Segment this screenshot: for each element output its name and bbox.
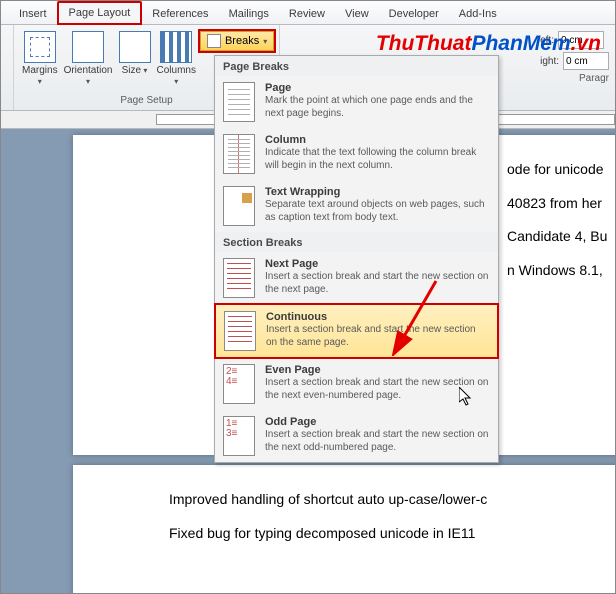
chevron-down-icon: ▾ [174,77,178,86]
option-desc: Insert a section break and start the new… [265,271,490,296]
break-option-even-page[interactable]: 2≡4≡ Even Page Insert a section break an… [215,358,498,410]
breaks-dropdown: Page Breaks Page Mark the point at which… [214,55,499,463]
doc-text: Fixed bug for typing decomposed unicode … [169,517,615,551]
page-break-icon [223,82,255,122]
option-title: Column [265,134,490,146]
option-desc: Separate text around objects on web page… [265,199,490,224]
doc-text: Improved handling of shortcut auto up-ca… [169,483,615,517]
tab-review[interactable]: Review [279,4,335,24]
chevron-down-icon: ▾ [141,66,147,75]
margins-icon [24,31,56,63]
break-option-odd-page[interactable]: 1≡3≡ Odd Page Insert a section break and… [215,410,498,462]
even-page-icon: 2≡4≡ [223,364,255,404]
option-title: Odd Page [265,416,490,428]
option-title: Continuous [266,311,489,323]
size-button[interactable]: Size ▾ [117,29,153,78]
doc-text: 40823 from her [507,187,615,221]
size-icon [119,31,151,63]
option-title: Text Wrapping [265,186,490,198]
option-desc: Indicate that the text following the col… [265,147,490,172]
option-desc: Insert a section break and start the new… [265,377,490,402]
columns-button[interactable]: Columns ▾ [155,29,198,89]
option-desc: Insert a section break and start the new… [265,429,490,454]
break-option-continuous[interactable]: Continuous Insert a section break and st… [214,303,499,359]
ribbon-tabs: Insert Page Layout References Mailings R… [1,1,615,25]
odd-page-icon: 1≡3≡ [223,416,255,456]
break-option-next-page[interactable]: Next Page Insert a section break and sta… [215,252,498,304]
option-desc: Insert a section break and start the new… [266,324,489,349]
margins-button[interactable]: Margins ▾ [20,29,60,89]
document-page[interactable]: Improved handling of shortcut auto up-ca… [73,465,615,593]
columns-icon [160,31,192,63]
tab-references[interactable]: References [142,4,218,24]
breaks-button[interactable]: Breaks ▾ [200,31,274,51]
breaks-icon [207,34,221,48]
group-themes [1,25,14,110]
dropdown-section-header: Section Breaks [215,232,498,252]
dropdown-section-header: Page Breaks [215,56,498,76]
next-page-icon [223,258,255,298]
break-option-text-wrapping[interactable]: Text Wrapping Separate text around objec… [215,180,498,232]
doc-text: Candidate 4, Bu [507,220,615,254]
doc-text: ode for unicode [507,153,615,187]
tab-mailings[interactable]: Mailings [219,4,279,24]
tab-addins[interactable]: Add-Ins [449,4,507,24]
orientation-button[interactable]: Orientation ▾ [62,29,115,89]
chevron-down-icon: ▾ [263,37,267,46]
watermark: ThuThuatPhanMem.vn [376,31,601,56]
doc-text: n Windows 8.1, [507,254,615,288]
column-break-icon [223,134,255,174]
break-option-column[interactable]: Column Indicate that the text following … [215,128,498,180]
group-label-paragraph: Paragr [540,73,609,86]
chevron-down-icon: ▾ [86,77,90,86]
text-wrapping-icon [223,186,255,226]
option-desc: Mark the point at which one page ends an… [265,95,490,120]
tab-page-layout[interactable]: Page Layout [57,1,143,25]
tab-developer[interactable]: Developer [379,4,449,24]
chevron-down-icon: ▾ [38,77,42,86]
tab-insert[interactable]: Insert [9,4,57,24]
indent-right-label: ight: [540,56,559,67]
break-option-page[interactable]: Page Mark the point at which one page en… [215,76,498,128]
orientation-icon [72,31,104,63]
continuous-icon [224,311,256,351]
option-title: Page [265,82,490,94]
option-title: Next Page [265,258,490,270]
tab-view[interactable]: View [335,4,379,24]
option-title: Even Page [265,364,490,376]
